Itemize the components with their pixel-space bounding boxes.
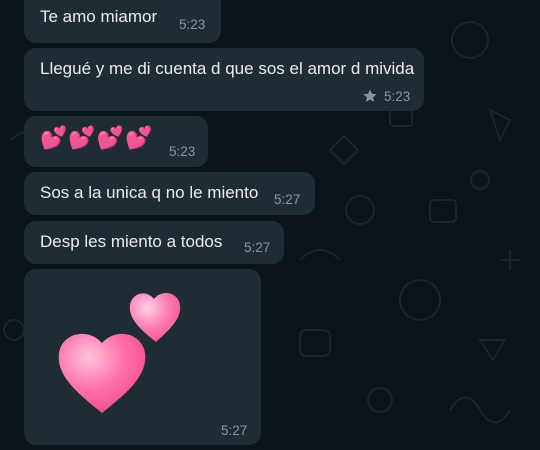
message-time-1: 5:23 [179, 17, 206, 32]
heart-small [129, 293, 181, 342]
message-time-5: 5:27 [244, 240, 271, 255]
message-time-3: 5:23 [169, 144, 196, 159]
sticker-bubble[interactable]: 5:27 [24, 269, 261, 445]
message-time-4: 5:27 [274, 192, 301, 207]
emoji-message: 💕💕💕💕 [40, 125, 154, 150]
message-bubble-1[interactable]: Te amo miamor 5:23 [24, 0, 221, 43]
message-bubble-3[interactable]: 💕💕💕💕 5:23 [24, 116, 208, 167]
two-pink-hearts-sticker[interactable] [44, 285, 194, 420]
message-text-1: Te amo miamor [40, 7, 158, 26]
star-icon [363, 89, 377, 102]
message-text-4: Sos a la unica q no le miento [40, 183, 259, 202]
message-bubble-4[interactable]: Sos a la unica q no le miento 5:27 [24, 172, 315, 215]
message-bubble-5[interactable]: Desp les miento a todos 5:27 [24, 221, 284, 264]
message-time-6: 5:27 [221, 423, 248, 438]
heart-large [58, 333, 146, 413]
message-text-2: Llegué y me di cuenta d que sos el amor … [40, 59, 415, 78]
message-bubble-2[interactable]: Llegué y me di cuenta d que sos el amor … [24, 48, 424, 111]
message-time-2: 5:23 [384, 89, 411, 104]
message-text-5: Desp les miento a todos [40, 232, 223, 251]
